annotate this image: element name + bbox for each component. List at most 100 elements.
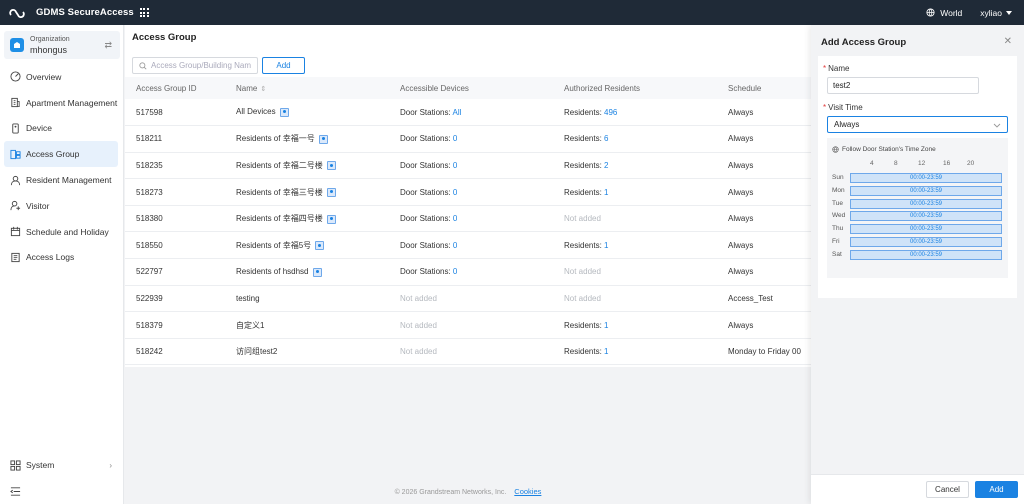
devices-count-link[interactable]: 0 bbox=[453, 161, 457, 170]
sidebar-item-system[interactable]: System › bbox=[4, 453, 118, 477]
devices-count-link[interactable]: 0 bbox=[453, 241, 457, 250]
group-name: Residents of hsdhsd bbox=[236, 267, 309, 277]
column-header-name[interactable]: Name ⇕ bbox=[236, 77, 400, 99]
cell-devices: Door Stations: 0 bbox=[400, 232, 564, 259]
devices-prefix: Door Stations: bbox=[400, 107, 453, 117]
sidebar-item-access-logs[interactable]: Access Logs bbox=[4, 245, 118, 271]
residents-prefix: Residents: bbox=[564, 187, 605, 197]
devices-prefix: Door Stations: bbox=[400, 214, 453, 224]
device-icon bbox=[12, 123, 19, 134]
cancel-button[interactable]: Cancel bbox=[926, 481, 969, 498]
devices-count-link[interactable]: 0 bbox=[453, 188, 457, 197]
calendar-icon bbox=[10, 227, 21, 237]
day-label: Sat bbox=[832, 250, 842, 258]
chevron-right-icon: › bbox=[109, 460, 112, 470]
devices-count-link[interactable]: All bbox=[452, 108, 461, 117]
collapse-sidebar-icon[interactable] bbox=[10, 486, 21, 497]
name-label-text: Name bbox=[828, 64, 850, 73]
system-grid-icon bbox=[10, 459, 21, 471]
sidebar-item-schedule-and-holiday[interactable]: Schedule and Holiday bbox=[4, 219, 118, 245]
sidebar-item-label: Overview bbox=[26, 71, 62, 82]
day-time-bar: 00:00-23:59 bbox=[850, 237, 1002, 247]
close-icon[interactable]: ✕ bbox=[1004, 36, 1012, 47]
residents-count-link[interactable]: 1 bbox=[604, 347, 608, 356]
sidebar-item-overview[interactable]: Overview bbox=[4, 64, 118, 90]
search-input[interactable] bbox=[151, 61, 251, 70]
residents-count-link[interactable]: 1 bbox=[604, 188, 608, 197]
column-header-label: Name bbox=[236, 83, 258, 93]
sidebar-item-label: Device bbox=[26, 123, 52, 134]
drawer-title: Add Access Group bbox=[821, 37, 907, 48]
sidebar-item-resident-management[interactable]: Resident Management bbox=[4, 167, 118, 193]
residents-prefix: Residents: bbox=[564, 107, 605, 117]
residents-prefix: Residents: bbox=[564, 240, 605, 250]
resident-icon bbox=[10, 175, 21, 185]
cell-name: 自定义1 bbox=[236, 312, 400, 339]
group-name: Residents of 幸福5号 bbox=[236, 240, 312, 250]
group-name: Residents of 幸福一号 bbox=[236, 134, 315, 144]
cell-name: Residents of 幸福三号楼 bbox=[236, 179, 400, 206]
group-name: testing bbox=[236, 293, 260, 303]
cell-id: 518550 bbox=[136, 240, 163, 250]
cell-residents: Residents: 1 bbox=[564, 179, 728, 206]
sidebar-item-access-group[interactable]: Access Group bbox=[4, 141, 118, 168]
search-box[interactable] bbox=[132, 57, 258, 74]
cookies-link[interactable]: Cookies bbox=[514, 487, 541, 496]
devices-not-added: Not added bbox=[400, 347, 437, 357]
cell-id: 522797 bbox=[136, 267, 163, 277]
resident-group-icon bbox=[326, 161, 336, 171]
cell-id: 518379 bbox=[136, 320, 163, 330]
resident-group-icon bbox=[326, 214, 336, 224]
residents-count-link[interactable]: 496 bbox=[604, 108, 617, 117]
sidebar-item-visitor[interactable]: Visitor bbox=[4, 193, 118, 219]
app-grid-icon[interactable] bbox=[139, 8, 149, 17]
residents-count-link[interactable]: 1 bbox=[604, 321, 608, 330]
day-time-bar: 00:00-23:59 bbox=[850, 185, 1002, 196]
sidebar-item-apartment-management[interactable]: Apartment Management bbox=[4, 90, 118, 116]
region-selector[interactable]: World bbox=[926, 8, 962, 18]
add-access-group-drawer: Add Access Group ✕ *Name *Visit Time Alw… bbox=[811, 25, 1024, 504]
sidebar-nav: Overview Apartment Management Device Acc… bbox=[4, 64, 118, 270]
form-card: *Name *Visit Time Always Follow Door Sta… bbox=[818, 56, 1017, 298]
swap-icon[interactable]: ⇄ bbox=[104, 40, 112, 51]
user-menu[interactable]: xyliao bbox=[980, 8, 1012, 18]
sidebar-item-device[interactable]: Device bbox=[4, 116, 118, 142]
access-group-icon bbox=[10, 149, 21, 159]
organization-switcher[interactable]: Organization mhongus ⇄ bbox=[4, 31, 120, 59]
devices-count-link[interactable]: 0 bbox=[453, 214, 457, 223]
day-time-bar: 00:00-23:59 bbox=[850, 249, 1002, 260]
devices-not-added: Not added bbox=[400, 320, 437, 330]
organization-name: mhongus bbox=[30, 45, 68, 55]
brand-logo-icon[interactable] bbox=[8, 6, 26, 20]
cell-residents: Residents: 496 bbox=[564, 99, 728, 126]
cell-devices: Door Stations: 0 bbox=[400, 259, 564, 286]
visit-time-label: * Visit Time bbox=[823, 103, 863, 112]
add-access-group-button[interactable]: Add bbox=[262, 57, 305, 74]
residents-count-link[interactable]: 6 bbox=[604, 134, 608, 143]
cell-residents: Residents: 2 bbox=[564, 152, 728, 179]
devices-count-link[interactable]: 0 bbox=[453, 134, 457, 143]
visit-time-select[interactable]: Always bbox=[827, 116, 1008, 133]
day-label: Thu bbox=[832, 225, 844, 233]
cell-residents: Not added bbox=[564, 205, 728, 232]
residents-count-link[interactable]: 2 bbox=[604, 161, 608, 170]
visit-time-value: Always bbox=[834, 120, 860, 129]
resident-group-icon bbox=[315, 241, 325, 251]
cell-devices: Not added bbox=[400, 338, 564, 365]
cell-name: testing bbox=[236, 285, 400, 312]
submit-add-button[interactable]: Add bbox=[975, 481, 1018, 498]
sidebar-item-label: Schedule and Holiday bbox=[26, 226, 109, 237]
visit-label-text: Visit Time bbox=[828, 103, 863, 112]
sort-icon[interactable]: ⇕ bbox=[260, 86, 266, 93]
cell-id: 518273 bbox=[136, 187, 163, 197]
group-name: 访问组test2 bbox=[236, 347, 278, 357]
residents-count-link[interactable]: 1 bbox=[604, 241, 608, 250]
globe-icon bbox=[832, 146, 839, 153]
group-name: 自定义1 bbox=[236, 320, 265, 330]
cell-id: 522939 bbox=[136, 293, 163, 303]
name-input[interactable] bbox=[827, 77, 979, 94]
devices-count-link[interactable]: 0 bbox=[453, 267, 457, 276]
column-header-id[interactable]: Access Group ID bbox=[125, 77, 236, 99]
chevron-down-icon bbox=[993, 123, 1001, 128]
column-header-residents: Authorized Residents bbox=[564, 83, 641, 93]
